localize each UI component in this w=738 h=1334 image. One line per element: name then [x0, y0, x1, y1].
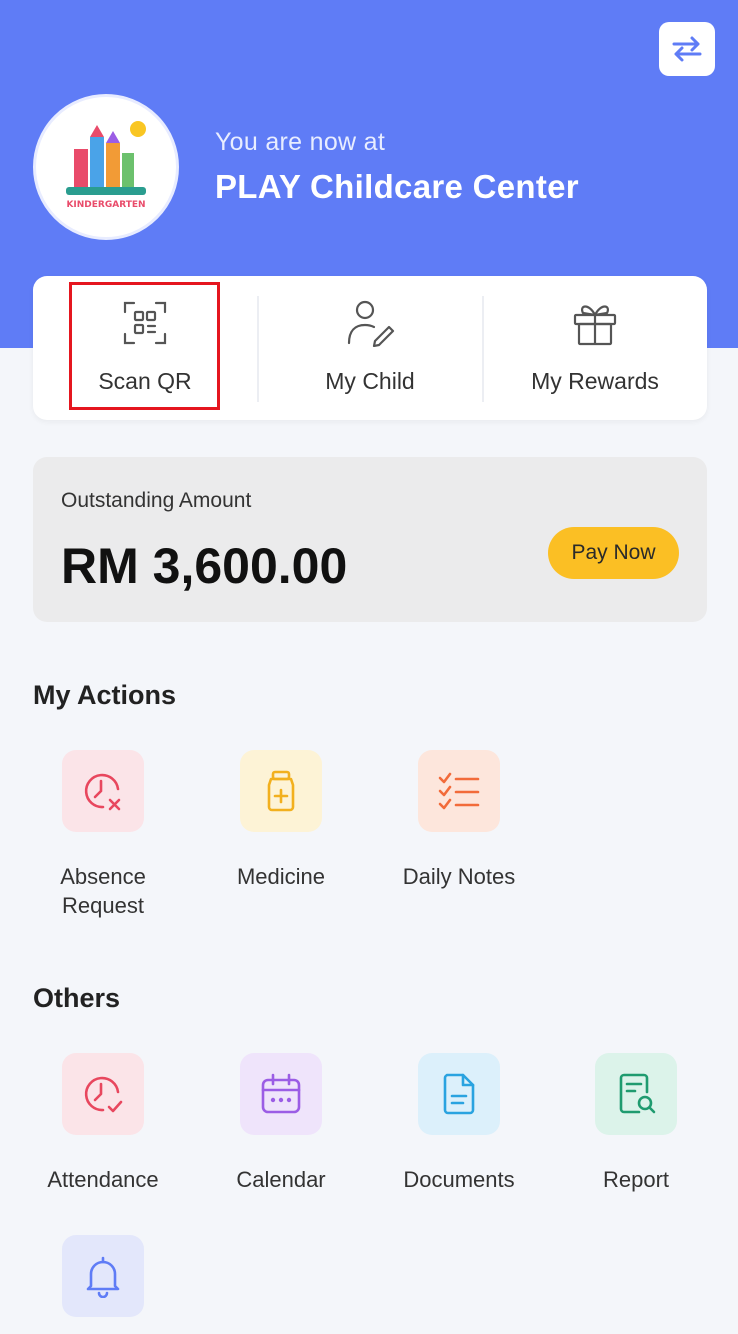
attendance-button[interactable]: Attendance [33, 1053, 173, 1194]
document-icon [443, 1073, 475, 1115]
medicine-bottle-icon [267, 770, 295, 812]
action-tile [240, 1053, 322, 1135]
switch-account-button[interactable] [659, 22, 715, 76]
my-actions-title: My Actions [33, 680, 177, 710]
documents-button[interactable]: Documents [389, 1053, 529, 1194]
clock-cancel-icon [84, 773, 121, 811]
child-profile-icon [347, 300, 395, 347]
attendance-label: Attendance [47, 1167, 159, 1192]
clock-check-icon [84, 1076, 123, 1113]
my-rewards-button[interactable]: My Rewards [483, 276, 707, 420]
calendar-label: Calendar [236, 1167, 326, 1192]
report-button[interactable]: Report [566, 1053, 706, 1194]
report-label: Report [602, 1167, 670, 1192]
daily-notes-button[interactable]: Daily Notes [389, 750, 529, 891]
svg-text:KINDERGARTEN: KINDERGARTEN [66, 200, 145, 210]
daily-notes-label: Daily Notes [402, 864, 516, 889]
action-tile [62, 750, 144, 832]
pay-now-button[interactable]: Pay Now [548, 527, 679, 579]
center-logo: KINDERGARTEN [33, 94, 179, 240]
calendar-icon [261, 1073, 301, 1114]
kindergarten-logo: KINDERGARTEN [66, 121, 146, 210]
medicine-button[interactable]: Medicine [211, 750, 351, 891]
action-tile [418, 750, 500, 832]
center-name: PLAY Childcare Center [215, 168, 579, 205]
medicine-label: Medicine [236, 864, 326, 889]
my-child-button[interactable]: My Child [258, 276, 482, 420]
swap-arrows-icon [672, 36, 702, 62]
outstanding-label: Outstanding Amount [61, 489, 252, 512]
absence-request-button[interactable]: Absence Request [33, 750, 173, 920]
highlight-frame [69, 282, 220, 410]
report-search-icon [619, 1073, 656, 1114]
calendar-button[interactable]: Calendar [211, 1053, 351, 1194]
documents-label: Documents [403, 1167, 515, 1192]
outstanding-amount: RM 3,600.00 [61, 538, 348, 594]
notifications-button[interactable] [33, 1235, 173, 1317]
welcome-text: You are now at [215, 128, 386, 156]
checklist-icon [438, 772, 480, 810]
bell-icon [86, 1256, 120, 1298]
action-tile [62, 1053, 144, 1135]
my-child-label: My Child [325, 368, 415, 394]
action-tile [240, 750, 322, 832]
outstanding-amount-card: Outstanding Amount RM 3,600.00 Pay Now [33, 457, 707, 622]
absence-request-label: Absence Request [60, 864, 146, 918]
action-tile [595, 1053, 677, 1135]
my-rewards-label: My Rewards [531, 368, 659, 394]
others-title: Others [33, 983, 121, 1013]
action-tile [418, 1053, 500, 1135]
gift-icon [573, 305, 617, 346]
action-tile [62, 1235, 144, 1317]
